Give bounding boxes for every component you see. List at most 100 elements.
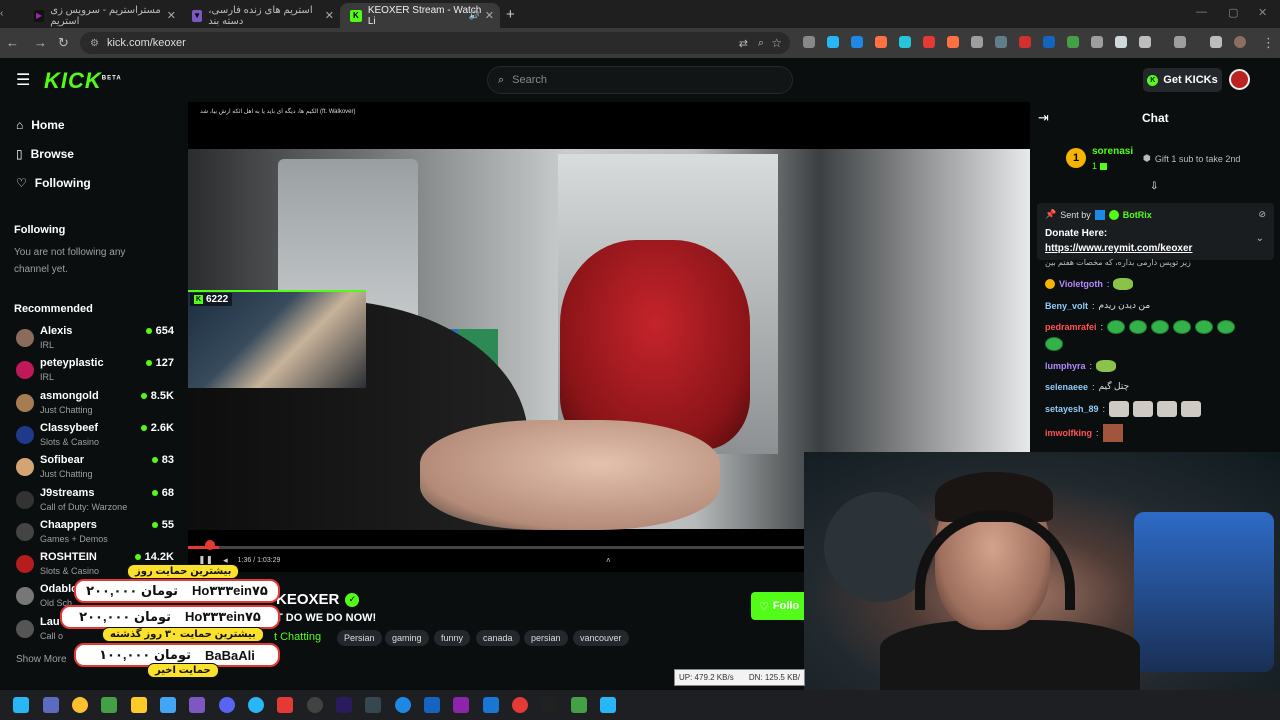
stream-tag[interactable]: Persian — [337, 630, 382, 646]
extensions-puzzle-icon[interactable] — [1139, 36, 1151, 48]
chat-username[interactable]: Beny_volt — [1045, 301, 1088, 311]
gift-sub-prompt[interactable]: ⬢ Gift 1 sub to take 2nd — [1143, 153, 1240, 164]
extension-icon[interactable] — [1115, 36, 1127, 48]
premiere-icon[interactable] — [336, 697, 352, 713]
recommended-channel[interactable]: peteyplastic IRL 127 — [16, 357, 176, 387]
progress-handle[interactable] — [205, 540, 215, 550]
streamer-name[interactable]: KEOXER ✓ — [276, 591, 360, 608]
chat-username[interactable]: Violetgoth — [1059, 279, 1103, 289]
maximize-icon[interactable]: ▢ — [1228, 6, 1238, 19]
taskbar-app-icon[interactable] — [600, 697, 616, 713]
user-avatar[interactable] — [1229, 69, 1250, 90]
new-tab-icon[interactable]: + — [506, 6, 515, 23]
extension-icon[interactable] — [1174, 36, 1186, 48]
address-bar[interactable]: ⚙ kick.com/keoxer ⇄ ⌕ ☆ — [80, 32, 790, 54]
taskbar-app-icon[interactable] — [189, 697, 205, 713]
hamburger-menu-icon[interactable]: ☰ — [16, 70, 30, 90]
taskbar-app-icon[interactable] — [512, 697, 528, 713]
kick-logo[interactable]: KICKBETA — [44, 68, 122, 94]
pinned-link[interactable]: https://www.reymit.com/keoxer — [1045, 243, 1192, 254]
obs-icon[interactable] — [307, 697, 323, 713]
tab-3-active[interactable]: K KEOXER Stream - Watch Li 🔊 ✕ — [340, 3, 500, 28]
taskbar-app-icon[interactable] — [571, 697, 587, 713]
sidebar-item-following[interactable]: ♡ Following — [16, 176, 91, 190]
browser-menu-icon[interactable]: ⋮ — [1262, 35, 1275, 51]
recommended-channel[interactable]: Alexis IRL 654 — [16, 325, 176, 355]
bot-name[interactable]: BotRix — [1123, 210, 1152, 220]
speaker-icon[interactable]: 🔊 — [469, 10, 480, 21]
follow-button[interactable]: ♡ Follo — [751, 592, 804, 620]
file-explorer-icon[interactable] — [131, 697, 147, 713]
recommended-channel[interactable]: Classybeef Slots & Casino 2.6K — [16, 422, 176, 452]
extension-icon[interactable] — [803, 36, 815, 48]
sidebar-item-home[interactable]: ⌂ Home — [16, 118, 65, 132]
stream-tag[interactable]: funny — [434, 630, 471, 646]
bookmark-star-icon[interactable]: ☆ — [771, 36, 782, 50]
search-input[interactable]: ⌕ Search — [487, 66, 793, 94]
tab-close-icon[interactable]: ✕ — [325, 9, 334, 22]
extension-icon[interactable] — [1091, 36, 1103, 48]
extension-icon[interactable] — [1043, 36, 1055, 48]
reload-icon[interactable]: ↻ — [58, 35, 69, 51]
stream-category-link[interactable]: t Chatting — [274, 631, 321, 643]
telegram-icon[interactable] — [248, 697, 264, 713]
extension-icon[interactable] — [1067, 36, 1079, 48]
minimize-icon[interactable]: — — [1196, 6, 1207, 18]
stream-tag[interactable]: gaming — [385, 630, 429, 646]
tab-close-icon[interactable]: ✕ — [167, 9, 176, 22]
chat-username[interactable]: pedramrafei — [1045, 322, 1097, 332]
recommended-channel[interactable]: J9streams Call of Duty: Warzone 68 — [16, 487, 176, 517]
stream-tag[interactable]: canada — [476, 630, 520, 646]
top-gifter-name[interactable]: sorenasi — [1092, 146, 1133, 157]
extension-icon[interactable] — [1019, 36, 1031, 48]
extension-icon[interactable] — [899, 36, 911, 48]
taskbar-app-icon[interactable] — [483, 697, 499, 713]
taskbar-app-icon[interactable] — [424, 697, 440, 713]
chevron-down-icon[interactable]: ⌄ — [1256, 233, 1264, 244]
chat-username[interactable]: selenaeee — [1045, 382, 1088, 392]
unpin-icon[interactable]: ⊘ — [1258, 209, 1266, 220]
taskbar-app-icon[interactable] — [395, 697, 411, 713]
extension-icon[interactable] — [971, 36, 983, 48]
windows-start-icon[interactable] — [13, 697, 29, 713]
close-window-icon[interactable]: ✕ — [1258, 6, 1267, 19]
tab-2[interactable]: ▼ استریم های زنده فارسی، دسته بند ✕ — [182, 3, 340, 28]
show-more-link[interactable]: Show More — [16, 654, 67, 665]
video-progress-bar[interactable] — [188, 546, 804, 549]
stream-tag[interactable]: vancouver — [573, 630, 629, 646]
chat-username[interactable]: setayesh_89 — [1045, 404, 1099, 414]
stream-tag[interactable]: persian — [524, 630, 568, 646]
terminal-icon[interactable] — [365, 697, 381, 713]
extension-icon[interactable] — [1210, 36, 1222, 48]
chat-username[interactable]: imwolfking — [1045, 428, 1092, 438]
collapse-chat-icon[interactable]: ⇥ — [1038, 110, 1049, 126]
recommended-channel[interactable]: Sofibear Just Chatting 83 — [16, 454, 176, 484]
tab-scroll-left-icon[interactable]: ‹ — [0, 8, 3, 19]
extension-icon[interactable] — [827, 36, 839, 48]
taskbar-app-icon[interactable] — [43, 697, 59, 713]
chrome-icon[interactable] — [72, 697, 88, 713]
profile-avatar[interactable] — [1234, 36, 1246, 48]
extension-icon[interactable] — [923, 36, 935, 48]
expand-leaderboard-icon[interactable]: ⇩ — [1150, 181, 1158, 192]
extension-icon[interactable] — [875, 36, 887, 48]
back-icon[interactable]: ← — [6, 35, 19, 50]
forward-icon[interactable]: → — [34, 35, 47, 50]
site-info-icon[interactable]: ⚙ — [90, 38, 99, 49]
tab-1[interactable]: ▶ مستراستریم - سرویس زی استریم ✕ — [24, 3, 182, 28]
extension-icon[interactable] — [851, 36, 863, 48]
translate-icon[interactable]: ⇄ — [739, 37, 748, 50]
edge-icon[interactable] — [101, 697, 117, 713]
taskbar-app-icon[interactable] — [277, 697, 293, 713]
discord-icon[interactable] — [219, 697, 235, 713]
chat-username[interactable]: lumphyra — [1045, 361, 1086, 371]
chevron-up-icon[interactable]: ˄ — [606, 556, 611, 565]
extension-icon[interactable] — [947, 36, 959, 48]
sidebar-item-browse[interactable]: ▯ Browse — [16, 147, 74, 161]
extension-icon[interactable] — [995, 36, 1007, 48]
get-kicks-button[interactable]: K Get KICKs — [1143, 68, 1222, 92]
photos-icon[interactable] — [160, 697, 176, 713]
taskbar-app-icon[interactable] — [453, 697, 469, 713]
zoom-icon[interactable]: ⌕ — [758, 37, 764, 50]
tab-close-icon[interactable]: ✕ — [485, 9, 494, 22]
